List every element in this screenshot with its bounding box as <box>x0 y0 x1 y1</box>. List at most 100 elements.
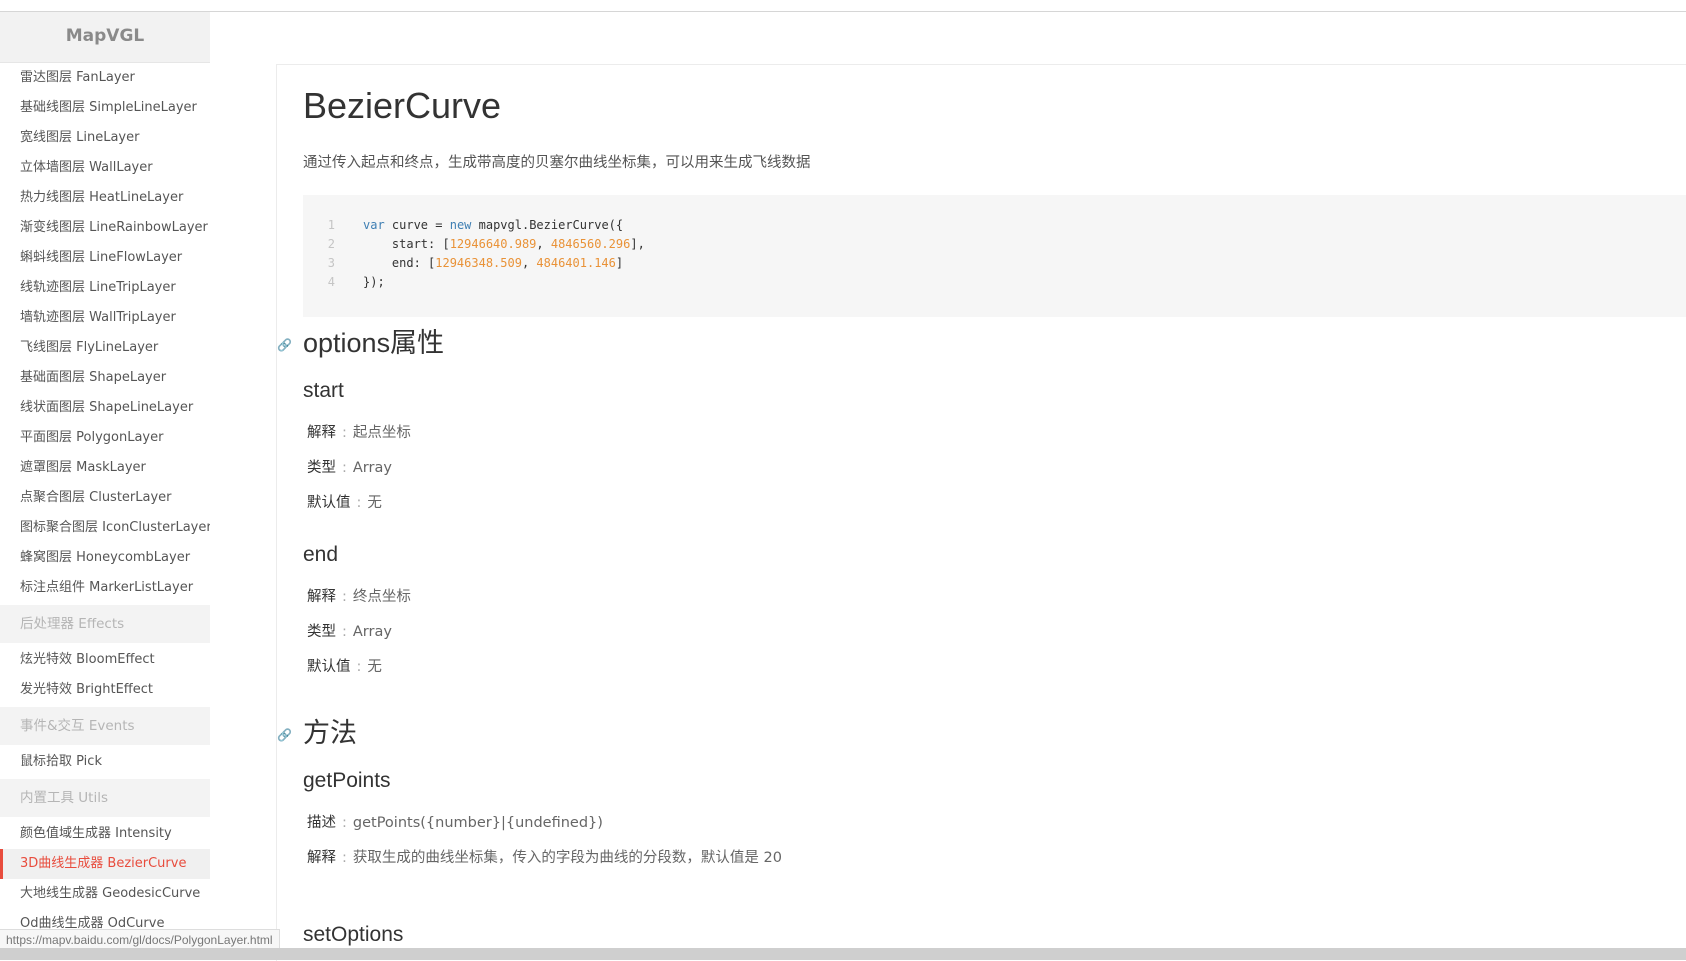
code-number: 4846401.146 <box>536 256 616 270</box>
code-text: mapvgl.BezierCurve({ <box>471 218 624 232</box>
code-line: 2 start: [12946640.989, 4846560.296], <box>303 234 645 254</box>
prop-label: 默认值 <box>307 495 351 511</box>
code-keyword: var <box>363 218 385 232</box>
prop-value: 终点坐标 <box>352 589 411 605</box>
sidebar-item[interactable]: 渐变线图层 LineRainbowLayer <box>0 213 210 243</box>
line-number: 1 <box>327 218 335 232</box>
line-number: 4 <box>327 275 335 289</box>
method-signature: 描述: getPoints({number}|{undefined}) <box>307 811 603 832</box>
sidebar-group-header: 内置工具 Utils <box>0 779 210 817</box>
sidebar-group-header: 事件&交互 Events <box>0 707 210 745</box>
prop-value: 无 <box>367 659 382 675</box>
option-type: 类型: Array <box>307 456 392 477</box>
doc-content: BezierCurve 通过传入起点和终点，生成带高度的贝塞尔曲线坐标集，可以用… <box>276 64 1686 961</box>
prop-separator: : <box>342 460 347 476</box>
sidebar-item[interactable]: 飞线图层 FlyLineLayer <box>0 333 210 363</box>
prop-label: 解释 <box>307 425 336 441</box>
sidebar-item[interactable]: 雷达图层 FanLayer <box>0 63 210 93</box>
prop-separator: : <box>342 815 347 831</box>
sidebar-item[interactable]: 蜂窝图层 HoneycombLayer <box>0 543 210 573</box>
sidebar-item[interactable]: 颜色值域生成器 Intensity <box>0 819 210 849</box>
code-text: end: [ <box>363 256 436 270</box>
options-heading-text: options属性 <box>303 328 445 358</box>
prop-value: Array <box>352 624 392 640</box>
code-text: ], <box>630 237 645 251</box>
prop-label: 类型 <box>307 624 336 640</box>
option-desc: 解释: 起点坐标 <box>307 421 411 442</box>
code-text: , <box>536 237 551 251</box>
sidebar-item[interactable]: 墙轨迹图层 WallTripLayer <box>0 303 210 333</box>
code-keyword: new <box>449 218 472 232</box>
code-number: 12946348.509 <box>435 256 522 270</box>
prop-separator: : <box>342 589 347 605</box>
sidebar-item[interactable]: 热力线图层 HeatLineLayer <box>0 183 210 213</box>
prop-separator: : <box>342 850 347 866</box>
sidebar-item[interactable]: 点聚合图层 ClusterLayer <box>0 483 210 513</box>
option-name: start <box>303 379 344 402</box>
line-number: 3 <box>327 256 335 270</box>
sidebar-item-active[interactable]: 3D曲线生成器 BezierCurve <box>0 849 210 879</box>
prop-value: 无 <box>367 495 382 511</box>
line-number: 2 <box>327 237 335 251</box>
code-number: 12946640.989 <box>449 237 537 251</box>
code-line: 1 var curve = new mapvgl.BezierCurve({ <box>303 215 623 235</box>
prop-label: 解释 <box>307 850 336 866</box>
prop-label: 类型 <box>307 460 336 476</box>
page-description: 通过传入起点和终点，生成带高度的贝塞尔曲线坐标集，可以用来生成飞线数据 <box>303 155 811 171</box>
link-status-bar: https://mapv.baidu.com/gl/docs/PolygonLa… <box>0 929 280 950</box>
methods-heading-text: 方法 <box>303 718 357 748</box>
sidebar-item[interactable]: 线轨迹图层 LineTripLayer <box>0 273 210 303</box>
code-text: start: [ <box>363 237 450 251</box>
sidebar-item[interactable]: 立体墙图层 WallLayer <box>0 153 210 183</box>
prop-label: 默认值 <box>307 659 351 675</box>
browser-top-edge <box>0 0 1686 12</box>
prop-value: Array <box>352 460 392 476</box>
option-name: end <box>303 543 339 566</box>
sidebar-brand[interactable]: MapVGL <box>0 12 210 63</box>
method-name: getPoints <box>303 769 391 792</box>
code-line: 3 end: [12946348.509, 4846401.146] <box>303 253 623 273</box>
code-example: 1 var curve = new mapvgl.BezierCurve({ 2 … <box>303 195 1686 317</box>
sidebar-item[interactable]: 炫光特效 BloomEffect <box>0 645 210 675</box>
sidebar-item[interactable]: 平面图层 PolygonLayer <box>0 423 210 453</box>
prop-separator: : <box>356 659 362 675</box>
option-type: 类型: Array <box>307 620 392 641</box>
link-icon[interactable]: 🔗 <box>277 728 303 742</box>
os-taskbar <box>0 948 1686 960</box>
prop-value: 起点坐标 <box>352 425 411 441</box>
code-number: 4846560.296 <box>550 237 631 251</box>
link-icon[interactable]: 🔗 <box>277 338 303 352</box>
code-text: ] <box>615 256 624 270</box>
option-default: 默认值: 无 <box>307 491 382 512</box>
sidebar-item[interactable]: 遮罩图层 MaskLayer <box>0 453 210 483</box>
sidebar-item[interactable]: 宽线图层 LineLayer <box>0 123 210 153</box>
method-name: setOptions <box>303 923 404 946</box>
sidebar-item[interactable]: 线状面图层 ShapeLineLayer <box>0 393 210 423</box>
sidebar-item[interactable]: 大地线生成器 GeodesicCurve <box>0 879 210 909</box>
option-default: 默认值: 无 <box>307 655 382 676</box>
sidebar-item[interactable]: 基础面图层 ShapeLayer <box>0 363 210 393</box>
prop-value: 获取生成的曲线坐标集，传入的字段为曲线的分段数，默认值是 20 <box>352 850 782 866</box>
options-heading: 🔗 options属性 <box>277 321 444 360</box>
sidebar-item[interactable]: 图标聚合图层 IconClusterLayer <box>0 513 210 543</box>
sidebar-item[interactable]: 基础线图层 SimpleLineLayer <box>0 93 210 123</box>
sidebar-item[interactable]: 蝌蚪线图层 LineFlowLayer <box>0 243 210 273</box>
sidebar-item[interactable]: 发光特效 BrightEffect <box>0 675 210 705</box>
option-desc: 解释: 终点坐标 <box>307 585 411 606</box>
sidebar-group-header: 后处理器 Effects <box>0 605 210 643</box>
prop-value: getPoints({number}|{undefined}) <box>352 815 603 831</box>
code-line: 4}); <box>303 272 385 292</box>
prop-separator: : <box>342 624 347 640</box>
sidebar-item[interactable]: 鼠标拾取 Pick <box>0 747 210 777</box>
sidebar-nav-list: 雷达图层 FanLayer 基础线图层 SimpleLineLayer 宽线图层 L… <box>0 63 210 939</box>
page-title: BezierCurve <box>303 85 502 126</box>
code-text: , <box>521 256 537 270</box>
prop-separator: : <box>342 425 347 441</box>
prop-separator: : <box>356 495 362 511</box>
methods-heading: 🔗 方法 <box>277 711 357 750</box>
code-text: }); <box>363 275 385 289</box>
prop-label: 解释 <box>307 589 336 605</box>
sidebar-item[interactable]: 标注点组件 MarkerListLayer <box>0 573 210 603</box>
method-desc: 解释: 获取生成的曲线坐标集，传入的字段为曲线的分段数，默认值是 20 <box>307 846 782 867</box>
docs-sidebar: MapVGL 雷达图层 FanLayer 基础线图层 SimpleLineLaye… <box>0 12 210 960</box>
